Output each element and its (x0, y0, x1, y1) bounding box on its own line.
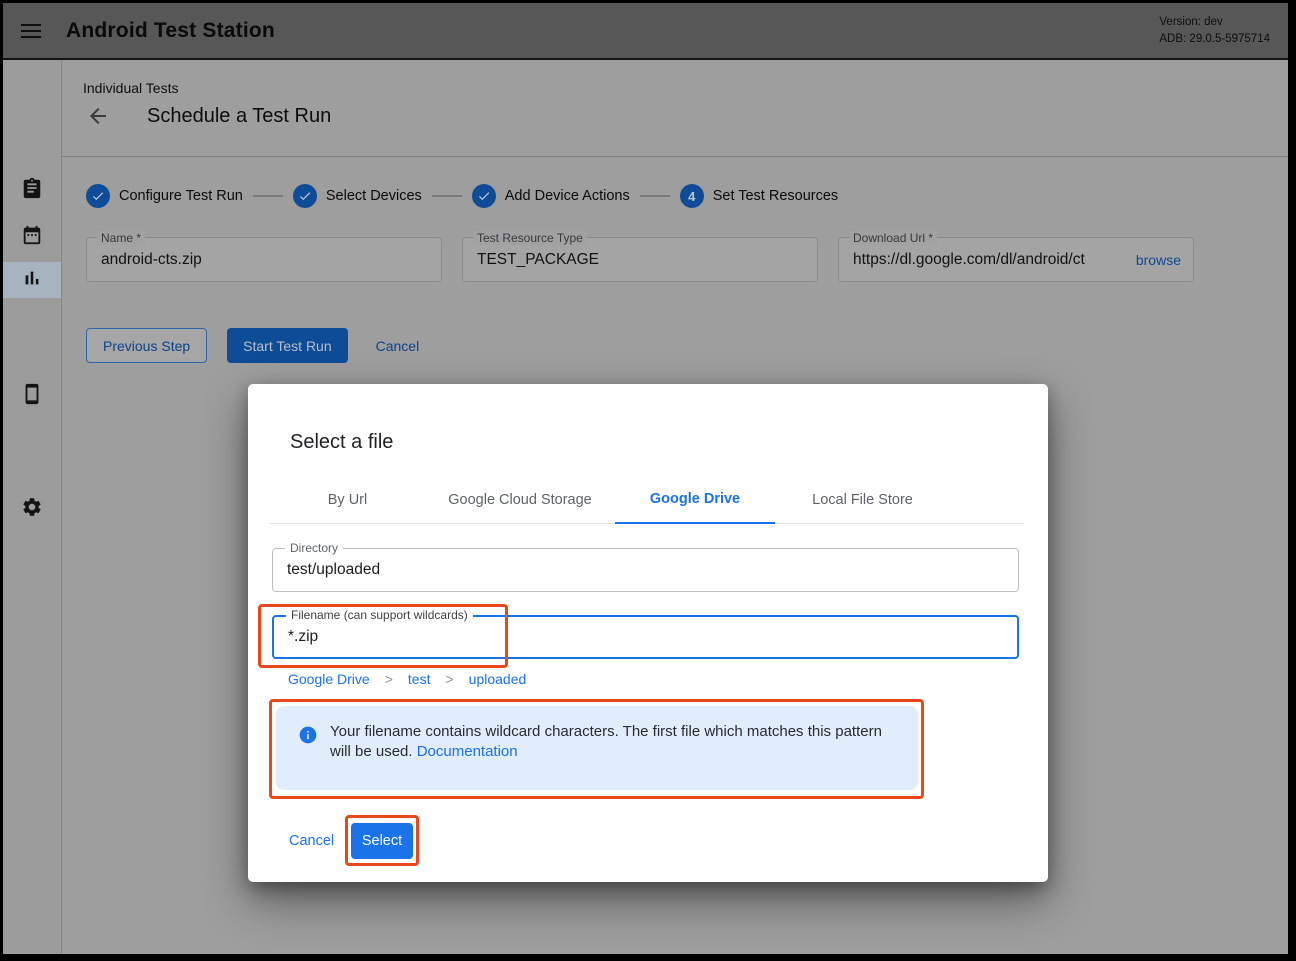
top-app-bar: Android Test Station Version: dev ADB: 2… (3, 3, 1288, 60)
step-done-check-icon (293, 184, 317, 208)
breadcrumb-section-label: Individual Tests (83, 80, 178, 96)
sidebar-item-devices[interactable] (3, 378, 61, 414)
version-line: Version: dev (1159, 14, 1270, 31)
directory-field-value: test/uploaded (273, 549, 1018, 591)
name-field-label: Name * (97, 231, 145, 245)
wildcard-info-alert: Your filename contains wildcard characte… (276, 706, 918, 790)
breadcrumb-test[interactable]: test (408, 671, 431, 687)
step-label: Select Devices (326, 188, 422, 204)
arrow-back-icon[interactable] (86, 104, 110, 128)
cancel-run-button[interactable]: Cancel (376, 338, 420, 354)
step-number-badge: 4 (680, 184, 704, 208)
step-set-test-resources[interactable]: 4 Set Test Resources (680, 184, 838, 208)
sidebar (3, 60, 62, 954)
gear-icon (21, 496, 43, 523)
step-connector (640, 195, 670, 197)
start-test-run-button[interactable]: Start Test Run (227, 328, 347, 363)
page-title: Schedule a Test Run (147, 105, 331, 128)
dialog-cancel-button[interactable]: Cancel (289, 833, 334, 849)
step-configure-test-run[interactable]: Configure Test Run (86, 184, 243, 208)
app-title: Android Test Station (66, 19, 275, 43)
step-add-device-actions[interactable]: Add Device Actions (472, 184, 630, 208)
step-select-devices[interactable]: Select Devices (293, 184, 422, 208)
dialog-title: Select a file (290, 431, 393, 454)
dialog-select-button[interactable]: Select (351, 823, 413, 859)
tab-by-url[interactable]: By Url (270, 476, 425, 524)
main-content: Individual Tests Schedule a Test Run Con… (62, 60, 1288, 954)
smartphone-icon (21, 383, 43, 410)
name-field[interactable]: Name * android-cts.zip (86, 237, 442, 282)
sidebar-item-test-plans[interactable] (3, 219, 61, 255)
test-resource-type-field[interactable]: Test Resource Type TEST_PACKAGE (462, 237, 818, 282)
step-label: Configure Test Run (119, 188, 243, 204)
alert-message-text: Your filename contains wildcard characte… (330, 723, 882, 760)
test-resource-fields: Name * android-cts.zip Test Resource Typ… (86, 237, 1194, 282)
sidebar-item-test-results[interactable] (3, 262, 61, 298)
step-label: Set Test Resources (713, 188, 838, 204)
breadcrumb-google-drive[interactable]: Google Drive (288, 671, 370, 687)
test-resource-type-label: Test Resource Type (473, 231, 587, 245)
tab-google-drive[interactable]: Google Drive (615, 476, 775, 524)
documentation-link[interactable]: Documentation (417, 743, 518, 760)
info-icon (298, 725, 318, 745)
dialog-tabs: By Url Google Cloud Storage Google Drive… (270, 476, 1024, 524)
step-done-check-icon (472, 184, 496, 208)
tab-google-cloud-storage[interactable]: Google Cloud Storage (425, 476, 615, 524)
stepper: Configure Test Run Select Devices Add De… (86, 182, 838, 210)
test-runs-icon (21, 177, 43, 204)
header-divider (62, 156, 1288, 157)
step-connector (432, 195, 462, 197)
step-label: Add Device Actions (505, 188, 630, 204)
alert-message: Your filename contains wildcard characte… (330, 722, 890, 762)
screen: Android Test Station Version: dev ADB: 2… (0, 0, 1296, 961)
filename-field-value: *.zip (274, 617, 1017, 657)
sidebar-item-test-runs[interactable] (3, 172, 61, 208)
page-actions: Previous Step Start Test Run Cancel (86, 328, 419, 363)
tab-local-file-store[interactable]: Local File Store (775, 476, 950, 524)
version-info: Version: dev ADB: 29.0.5-5975714 (1159, 14, 1270, 47)
download-url-field[interactable]: Download Url * https://dl.google.com/dl/… (838, 237, 1194, 282)
chevron-right-icon: > (445, 671, 453, 687)
filename-field-label: Filename (can support wildcards) (286, 608, 473, 622)
directory-field-label: Directory (285, 541, 343, 555)
adb-version-line: ADB: 29.0.5-5975714 (1159, 31, 1270, 48)
select-file-dialog: Select a file By Url Google Cloud Storag… (248, 384, 1048, 882)
hamburger-menu-icon[interactable] (21, 24, 41, 38)
sidebar-item-settings[interactable] (3, 491, 61, 527)
bar-chart-icon (21, 267, 43, 294)
breadcrumb-uploaded[interactable]: uploaded (469, 671, 527, 687)
filename-field[interactable]: Filename (can support wildcards) *.zip (272, 615, 1019, 659)
calendar-icon (21, 224, 43, 251)
directory-field[interactable]: Directory test/uploaded (272, 548, 1019, 592)
browse-link[interactable]: browse (1130, 239, 1193, 280)
step-connector (253, 195, 283, 197)
drive-breadcrumb: Google Drive > test > uploaded (288, 671, 526, 687)
download-url-label: Download Url * (849, 231, 937, 245)
chevron-right-icon: > (385, 671, 393, 687)
previous-step-button[interactable]: Previous Step (86, 328, 207, 363)
step-done-check-icon (86, 184, 110, 208)
